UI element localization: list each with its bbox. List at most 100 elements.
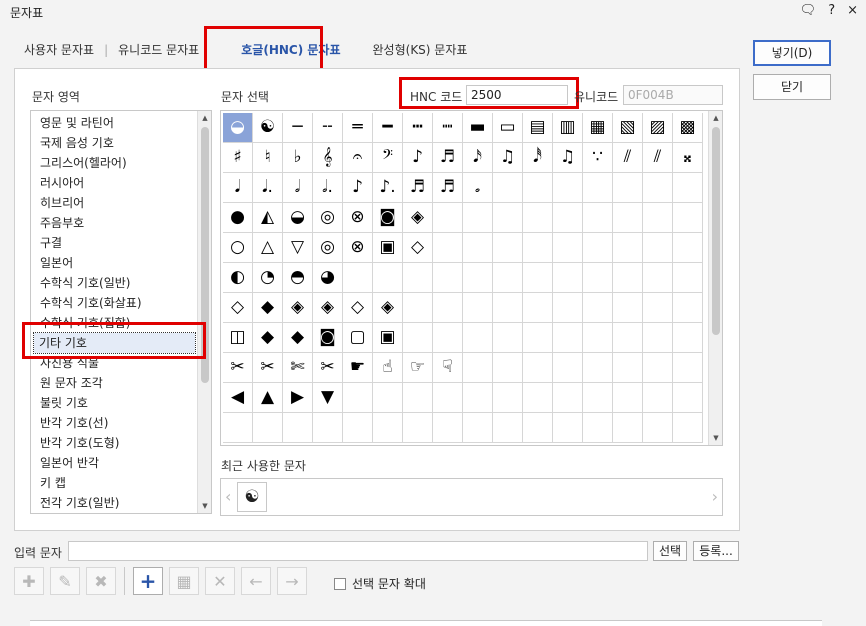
char-cell[interactable]: ☯	[253, 113, 283, 143]
character-grid-cells[interactable]: ◒ ☯ ─ ╌ ═ ━ ┅ ┉ ▬ ▭ ▤ ▥ ▦ ▧ ▨ ▩ ♯ ♮ ♭ 𝄞 𝄐 𝄢 ♪ ♬ 𝅘𝅥𝅯 ♫ 𝅘𝅥𝅰 ♫ ∵ ⫽ ⫽ 𝄪 𝅘𝅥 𝅘𝅥…	[223, 113, 703, 443]
list-item[interactable]: 영문 및 라틴어	[31, 113, 211, 133]
char-cell[interactable]: △	[253, 233, 283, 263]
list-item[interactable]: 전각 기호(일반)	[31, 493, 211, 513]
enlarge-checkbox[interactable]: 선택 문자 확대	[334, 575, 426, 592]
unicode-input[interactable]: 0F004B	[623, 85, 723, 105]
char-cell[interactable]: ▨	[643, 113, 673, 143]
char-cell[interactable]	[613, 413, 643, 443]
list-item[interactable]: 히브리어	[31, 193, 211, 213]
char-cell[interactable]	[643, 383, 673, 413]
help-icon[interactable]: ?	[828, 3, 835, 18]
char-cell[interactable]: ♮	[253, 143, 283, 173]
char-cell[interactable]: ⫽	[613, 143, 643, 173]
char-cell[interactable]: ✂	[313, 353, 343, 383]
char-cell[interactable]: ◆	[253, 323, 283, 353]
char-cell[interactable]: ♬	[403, 173, 433, 203]
char-cell[interactable]	[673, 323, 703, 353]
char-cell[interactable]	[613, 203, 643, 233]
tab-ks-charmap[interactable]: 완성형(KS) 문자표	[363, 38, 478, 61]
char-cell[interactable]	[493, 353, 523, 383]
char-cell[interactable]: ◈	[403, 203, 433, 233]
char-cell[interactable]: ◙	[313, 323, 343, 353]
char-cell[interactable]	[583, 293, 613, 323]
register-button[interactable]: 등록...	[693, 541, 739, 561]
char-cell[interactable]	[433, 383, 463, 413]
list-item[interactable]: 반각 기호(도형)	[31, 433, 211, 453]
char-cell[interactable]: ☛	[343, 353, 373, 383]
region-list[interactable]: 영문 및 라틴어 국제 음성 기호 그리스어(헬라어) 러시아어 히브리어 주음…	[30, 110, 212, 514]
char-cell[interactable]: ♫	[493, 143, 523, 173]
char-cell[interactable]: ◭	[253, 203, 283, 233]
char-cell[interactable]	[433, 323, 463, 353]
char-cell[interactable]	[493, 173, 523, 203]
char-cell[interactable]	[583, 263, 613, 293]
char-cell[interactable]	[343, 413, 373, 443]
char-cell[interactable]: ♬	[433, 143, 463, 173]
list-item[interactable]: 원 문자 조각	[31, 373, 211, 393]
char-cell[interactable]: ♭	[283, 143, 313, 173]
char-cell[interactable]	[493, 203, 523, 233]
char-cell[interactable]	[463, 233, 493, 263]
char-cell[interactable]: ▦	[583, 113, 613, 143]
char-cell[interactable]	[493, 293, 523, 323]
char-cell[interactable]	[673, 203, 703, 233]
char-cell[interactable]	[493, 413, 523, 443]
char-cell[interactable]: 𝅗𝅥.	[313, 173, 343, 203]
char-cell[interactable]	[553, 383, 583, 413]
char-cell[interactable]: ◈	[313, 293, 343, 323]
list-item[interactable]: 주음부호	[31, 213, 211, 233]
char-cell[interactable]	[463, 383, 493, 413]
char-cell[interactable]: ◒	[283, 203, 313, 233]
char-cell[interactable]	[583, 203, 613, 233]
char-cell[interactable]	[643, 293, 673, 323]
char-cell[interactable]: 𝅘𝅥𝅯	[463, 143, 493, 173]
tab-user-charmap[interactable]: 사용자 문자표	[14, 38, 104, 61]
char-cell[interactable]: ▩	[673, 113, 703, 143]
new-icon[interactable]: +	[133, 567, 163, 595]
char-cell[interactable]	[343, 383, 373, 413]
char-cell[interactable]	[673, 173, 703, 203]
list-item[interactable]: 국제 음성 기호	[31, 133, 211, 153]
table-add-icon[interactable]: ▦	[169, 567, 199, 595]
char-cell[interactable]	[523, 413, 553, 443]
char-cell[interactable]: ▬	[463, 113, 493, 143]
tab-unicode-charmap[interactable]: 유니코드 문자표	[108, 38, 209, 61]
select-button[interactable]: 선택	[653, 541, 687, 561]
char-cell[interactable]	[583, 413, 613, 443]
char-cell[interactable]: ▤	[523, 113, 553, 143]
char-cell[interactable]: ▭	[493, 113, 523, 143]
list-item[interactable]: 키 캡	[31, 473, 211, 493]
char-cell[interactable]: 𝄪	[673, 143, 703, 173]
char-cell[interactable]: ◙	[373, 203, 403, 233]
char-cell[interactable]	[673, 413, 703, 443]
list-item[interactable]: 일본어	[31, 253, 211, 273]
char-cell[interactable]: ●	[223, 203, 253, 233]
char-cell[interactable]: ⫽	[643, 143, 673, 173]
char-cell[interactable]: 𝄐	[343, 143, 373, 173]
char-cell[interactable]: ✂	[253, 353, 283, 383]
char-cell[interactable]	[583, 173, 613, 203]
char-cell[interactable]	[613, 383, 643, 413]
char-cell[interactable]: ◕	[313, 263, 343, 293]
region-list-scrollbar[interactable]: ▲ ▼	[197, 111, 211, 513]
char-cell[interactable]: ☟	[433, 353, 463, 383]
char-cell[interactable]: ◐	[223, 263, 253, 293]
list-item[interactable]: 구결	[31, 233, 211, 253]
char-cell[interactable]	[523, 383, 553, 413]
char-cell[interactable]	[583, 233, 613, 263]
char-cell[interactable]: ◔	[253, 263, 283, 293]
char-cell[interactable]	[343, 263, 373, 293]
char-cell[interactable]: ┅	[403, 113, 433, 143]
char-cell[interactable]	[463, 293, 493, 323]
close-button[interactable]: 닫기	[753, 74, 831, 100]
char-cell[interactable]: ○	[223, 233, 253, 263]
char-cell[interactable]	[373, 413, 403, 443]
char-cell[interactable]	[583, 383, 613, 413]
scroll-thumb[interactable]	[712, 127, 720, 335]
char-cell[interactable]	[523, 173, 553, 203]
char-cell[interactable]	[493, 263, 523, 293]
char-cell[interactable]: ═	[343, 113, 373, 143]
char-cell[interactable]	[643, 353, 673, 383]
char-cell[interactable]: 𝅗	[463, 173, 493, 203]
char-cell[interactable]: ◆	[283, 323, 313, 353]
